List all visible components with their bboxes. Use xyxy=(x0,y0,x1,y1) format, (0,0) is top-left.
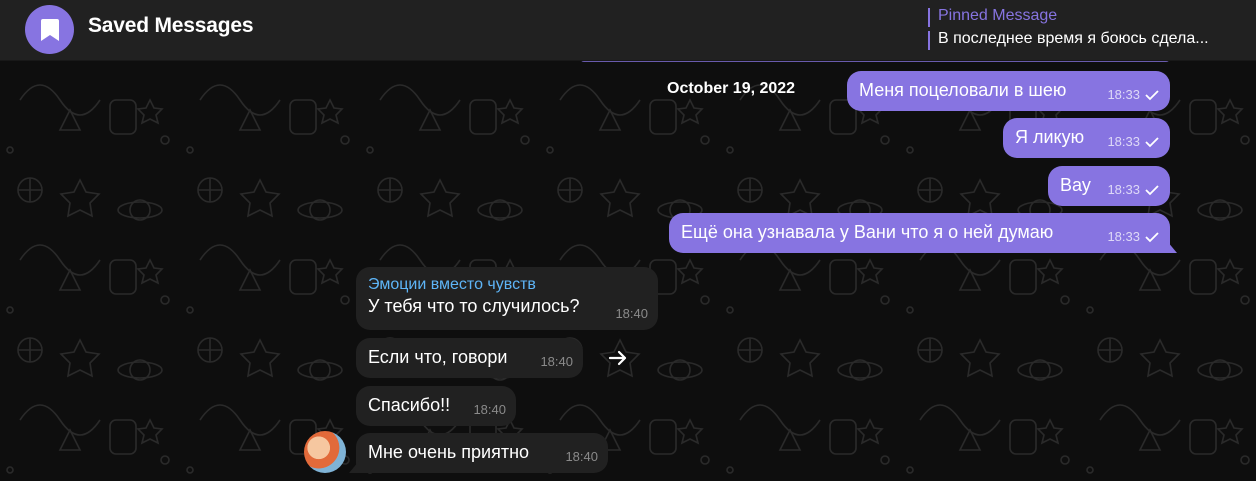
forward-button[interactable] xyxy=(602,342,634,374)
message-time: 18:40 xyxy=(565,449,598,464)
check-icon xyxy=(1145,232,1159,243)
message-text: Меня поцеловали в шею xyxy=(859,80,1067,100)
message-text: Ещё она узнавала у Вани что я о ней дума… xyxy=(681,222,1054,242)
message-time: 18:40 xyxy=(473,402,506,417)
message-bubble-incoming[interactable]: Спасибо!! 18:40 xyxy=(356,386,516,426)
check-icon xyxy=(1145,185,1159,196)
message-bubble-outgoing[interactable]: Я ликую 18:33 xyxy=(1003,118,1170,158)
message-text: Если что, говори xyxy=(368,347,508,367)
message-time: 18:40 xyxy=(615,306,648,321)
saved-messages-avatar[interactable] xyxy=(25,5,74,54)
sender-name[interactable]: Эмоции вместо чувств xyxy=(368,275,646,295)
pinned-message-text: В последнее время я боюсь сдела... xyxy=(938,30,1209,47)
date-divider: October 19, 2022 xyxy=(667,80,796,97)
message-bubble-incoming[interactable]: Эмоции вместо чувств У тебя что то случи… xyxy=(356,267,658,330)
message-text: Вау xyxy=(1060,175,1091,195)
pinned-indicator xyxy=(928,8,930,50)
message-bubble-incoming[interactable]: Мне очень приятно 18:40 xyxy=(349,433,608,473)
message-bubble-outgoing[interactable]: Вау 18:33 xyxy=(1048,166,1170,206)
check-icon xyxy=(1145,137,1159,148)
check-icon xyxy=(1145,90,1159,101)
message-time: 18:33 xyxy=(1107,134,1140,149)
message-bubble-outgoing[interactable]: Ещё она узнавала у Вани что я о ней дума… xyxy=(669,213,1177,253)
chat-header: Saved Messages Pinned Message В последне… xyxy=(0,0,1256,61)
chat-title[interactable]: Saved Messages xyxy=(88,14,254,38)
bookmark-icon xyxy=(40,18,59,41)
pinned-message-title: Pinned Message xyxy=(938,7,1058,24)
message-time: 18:33 xyxy=(1107,87,1140,102)
message-text: Спасибо!! xyxy=(368,395,451,415)
sender-avatar[interactable] xyxy=(304,431,346,473)
message-text: Я ликую xyxy=(1015,127,1085,147)
message-bubble-outgoing[interactable]: Меня поцеловали в шею 18:33 xyxy=(847,71,1170,111)
message-time: 18:40 xyxy=(540,354,573,369)
pinned-message[interactable]: Pinned Message В последнее время я боюсь… xyxy=(928,6,1238,54)
message-bubble-incoming[interactable]: Если что, говори 18:40 xyxy=(356,338,583,378)
message-text: Мне очень приятно xyxy=(368,442,530,462)
message-time: 18:33 xyxy=(1107,182,1140,197)
forward-arrow-icon xyxy=(608,350,627,366)
message-time: 18:33 xyxy=(1107,229,1140,244)
message-text: У тебя что то случилось? xyxy=(368,296,580,316)
